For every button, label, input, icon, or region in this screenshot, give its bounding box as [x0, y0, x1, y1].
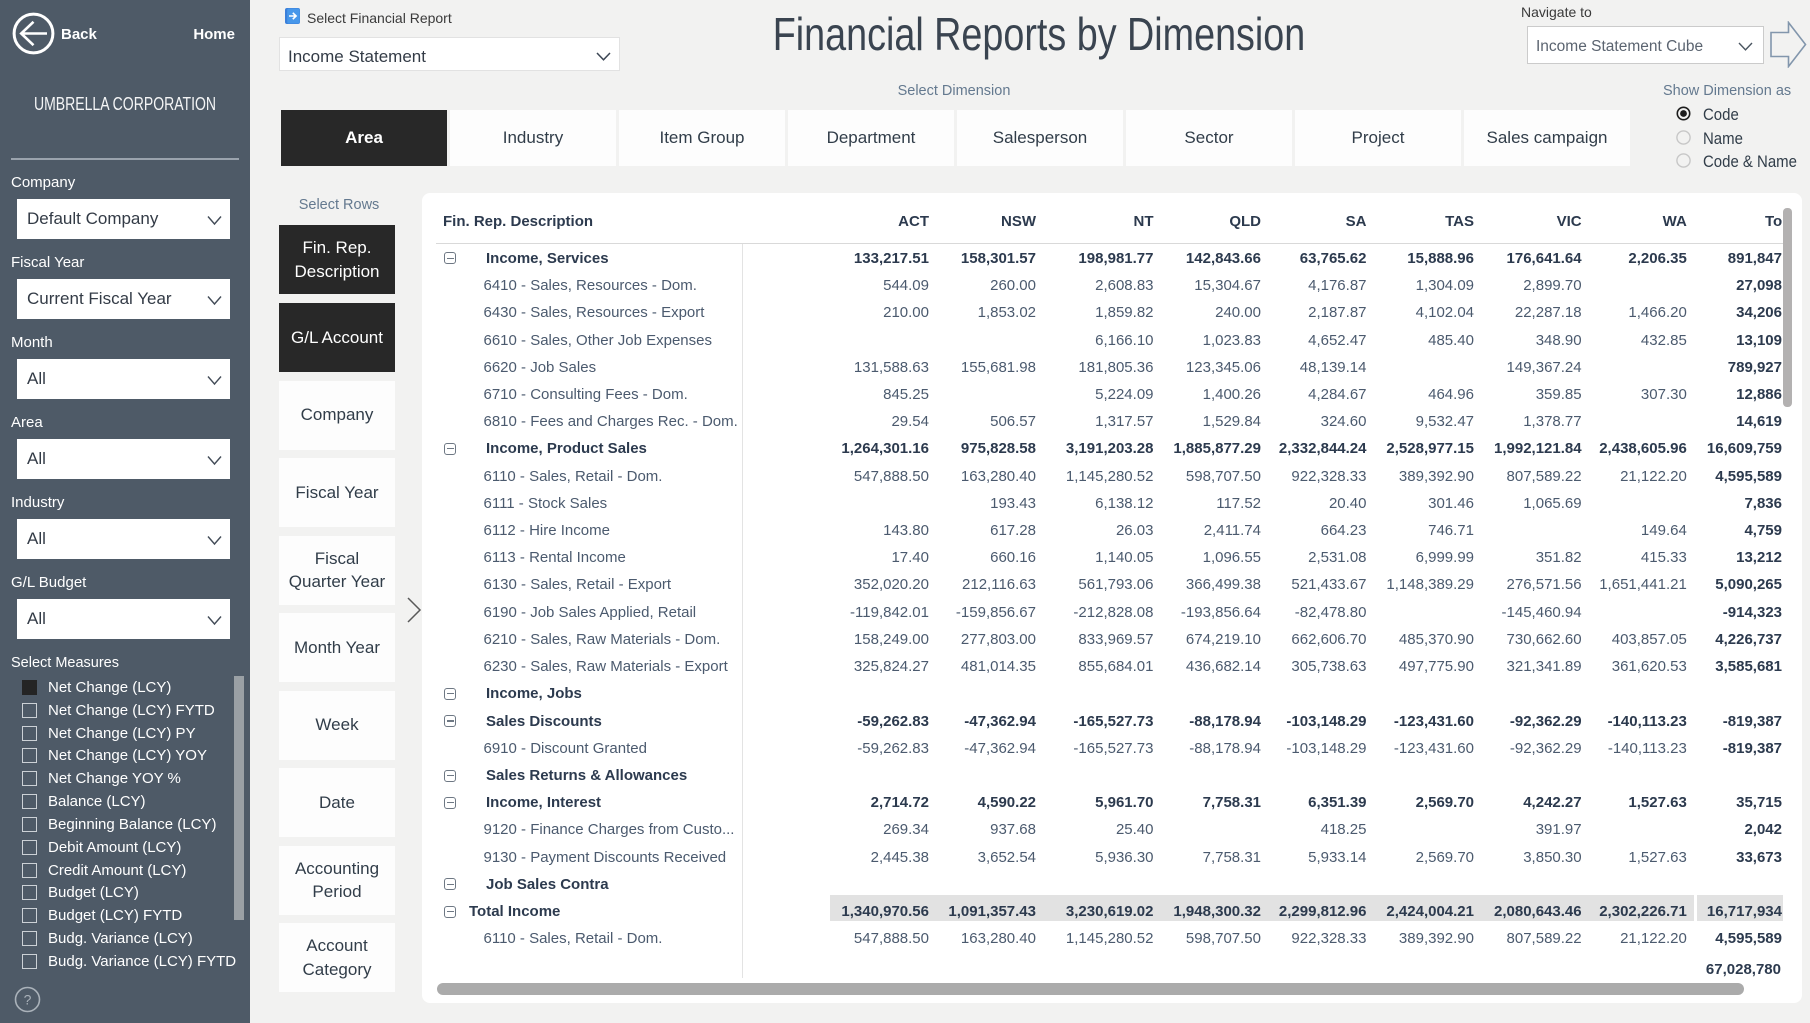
svg-text:?: ? — [24, 992, 32, 1008]
